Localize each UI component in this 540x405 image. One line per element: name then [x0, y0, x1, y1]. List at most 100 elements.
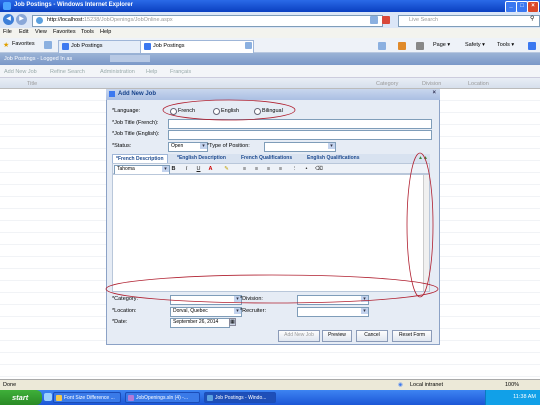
recruiter-select[interactable]: ▾ — [297, 307, 369, 317]
administration-link[interactable]: Administration — [100, 69, 135, 75]
globe-icon — [36, 17, 43, 24]
radio-english[interactable] — [213, 108, 220, 115]
new-tab-icon[interactable] — [245, 42, 252, 49]
search-input[interactable]: Live Search — [398, 15, 540, 27]
help-icon[interactable] — [528, 42, 536, 50]
forward-icon[interactable]: ▶ — [16, 14, 27, 25]
justify-icon[interactable]: ≡ — [277, 166, 284, 173]
menu-bar: File Edit View Favorites Tools Help — [0, 28, 540, 38]
column-division[interactable]: Division — [422, 81, 441, 87]
username-field — [110, 55, 150, 62]
menu-file[interactable]: File — [3, 29, 12, 35]
clear-format-icon[interactable]: ⌫ — [315, 166, 323, 173]
status-select[interactable]: Open ▾ — [168, 142, 208, 152]
add-new-job-link[interactable]: Add New Job — [4, 69, 37, 75]
radio-bilingual-label: Bilingual — [262, 108, 283, 114]
font-color-icon[interactable]: A — [207, 166, 214, 173]
quick-launch-icon[interactable] — [44, 393, 52, 401]
tab-english-qualifications[interactable]: English Qualifications — [304, 154, 363, 163]
division-label: *Division: — [240, 296, 263, 302]
tab-english-description[interactable]: *English Description — [174, 154, 229, 163]
date-input[interactable]: September 26, 2014 — [170, 318, 230, 328]
close-icon[interactable]: × — [432, 90, 436, 96]
taskbar: start Font Size Difference ... JobOpenin… — [0, 390, 540, 405]
position-type-label: *Type of Position: — [207, 143, 250, 149]
radio-french[interactable] — [170, 108, 177, 115]
clock: 11:38 AM — [513, 394, 536, 400]
system-tray: 11:38 AM — [485, 390, 540, 405]
task-job-openings-sln[interactable]: JobOpenings.sln (4) -... — [125, 392, 200, 403]
window-icon — [207, 395, 213, 401]
help-link[interactable]: Help — [146, 69, 157, 75]
chevron-down-icon: ▾ — [328, 143, 335, 149]
menu-help[interactable]: Help — [100, 29, 111, 35]
cancel-button[interactable]: Cancel — [356, 330, 388, 342]
print-icon[interactable] — [416, 42, 424, 50]
chevron-down-icon: ▾ — [361, 296, 368, 302]
menu-tools[interactable]: Tools — [81, 29, 94, 35]
menu-edit[interactable]: Edit — [19, 29, 28, 35]
task-font-size[interactable]: Font Size Difference ... — [53, 392, 121, 403]
align-right-icon[interactable]: ≡ — [265, 166, 272, 173]
column-location[interactable]: Location — [468, 81, 489, 87]
italic-icon[interactable]: I — [183, 166, 190, 173]
tab-job-postings-2[interactable]: Job Postings — [140, 40, 254, 53]
zoom-level[interactable]: 100% — [505, 382, 519, 388]
search-icon[interactable]: ⚲ — [530, 15, 534, 22]
ie-icon — [3, 2, 11, 10]
bold-icon[interactable]: B — [170, 166, 177, 173]
division-select[interactable]: ▾ — [297, 295, 369, 305]
task-job-postings[interactable]: Job Postings - Windo... — [204, 392, 276, 403]
quick-tabs-icon[interactable] — [44, 41, 52, 49]
tools-menu[interactable]: Tools ▾ — [497, 42, 514, 48]
expand-icon[interactable]: ▲▲ — [418, 155, 428, 161]
preview-button[interactable]: Preview — [322, 330, 352, 342]
francais-link[interactable]: Français — [170, 69, 191, 75]
back-icon[interactable]: ◀ — [3, 14, 14, 25]
home-icon[interactable] — [378, 42, 386, 50]
dialog-icon — [109, 91, 115, 97]
menu-favorites[interactable]: Favorites — [53, 29, 76, 35]
calendar-icon[interactable]: ▦ — [229, 318, 236, 326]
location-select[interactable]: Dorval, Quebec ▾ — [170, 307, 242, 317]
tab-job-postings-1[interactable]: Job Postings — [58, 40, 150, 53]
radio-bilingual[interactable] — [254, 108, 261, 115]
feeds-icon[interactable] — [398, 42, 406, 50]
align-center-icon[interactable]: ≡ — [253, 166, 260, 173]
refine-search-link[interactable]: Refine Search — [50, 69, 85, 75]
underline-icon[interactable]: U — [195, 166, 202, 173]
add-new-job-button[interactable]: Add New Job — [278, 330, 320, 342]
align-left-icon[interactable]: ≡ — [241, 166, 248, 173]
address-path: 15238/JobOpenings/JobOnline.aspx — [84, 17, 173, 23]
column-category[interactable]: Category — [376, 81, 398, 87]
position-type-select[interactable]: ▾ — [264, 142, 336, 152]
chevron-down-icon: ▾ — [361, 308, 368, 314]
job-title-en-input[interactable] — [168, 130, 432, 140]
column-title[interactable]: Title — [27, 81, 37, 87]
highlight-icon[interactable]: ✎ — [223, 166, 230, 173]
menu-view[interactable]: View — [35, 29, 47, 35]
tab-label: Job Postings — [153, 43, 185, 49]
description-editor[interactable] — [112, 174, 430, 292]
window-icon — [128, 395, 134, 401]
status-value: Open — [171, 143, 184, 149]
bullet-list-icon[interactable]: • — [303, 166, 310, 173]
status-text: Done — [3, 382, 17, 388]
address-bar[interactable]: http://localhost:15238/JobOpenings/JobOn… — [32, 15, 383, 27]
task-label: Job Postings - Windo... — [215, 395, 267, 401]
status-bar: Done ◉ Local intranet 100% — [0, 379, 540, 390]
tab-french-qualifications[interactable]: French Qualifications — [238, 154, 295, 163]
job-title-fr-input[interactable] — [168, 119, 432, 129]
stop-icon[interactable] — [382, 16, 390, 24]
editor-scrollbar[interactable] — [423, 175, 429, 291]
date-label: *Date: — [112, 319, 128, 325]
favorites-bar: ★ Favorites Job Postings Job Postings Pa… — [0, 38, 540, 53]
safety-menu[interactable]: Safety ▾ — [465, 42, 485, 48]
reset-form-button[interactable]: Reset Form — [392, 330, 432, 342]
category-select[interactable]: ▾ — [170, 295, 242, 305]
favorites-button[interactable]: Favorites — [12, 41, 35, 47]
page-menu[interactable]: Page ▾ — [433, 42, 450, 48]
start-button[interactable]: start — [0, 390, 42, 405]
refresh-icon[interactable] — [370, 16, 378, 24]
ordered-list-icon[interactable]: ⋮ — [291, 166, 298, 173]
